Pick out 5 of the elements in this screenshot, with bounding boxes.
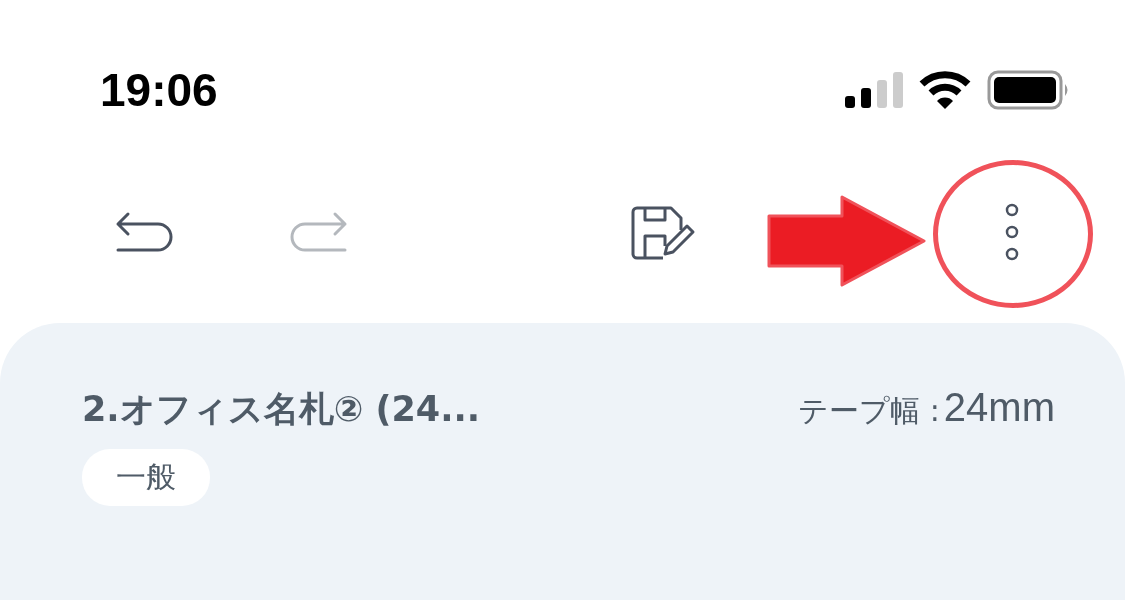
tape-width-label: テープ幅 : — [798, 392, 940, 430]
label-title: 2.オフィス名札② (24... — [82, 388, 481, 431]
category-tag: 一般 — [82, 449, 210, 506]
tape-width-value: 24mm — [943, 385, 1055, 430]
clock-time: 19:06 — [100, 63, 218, 117]
